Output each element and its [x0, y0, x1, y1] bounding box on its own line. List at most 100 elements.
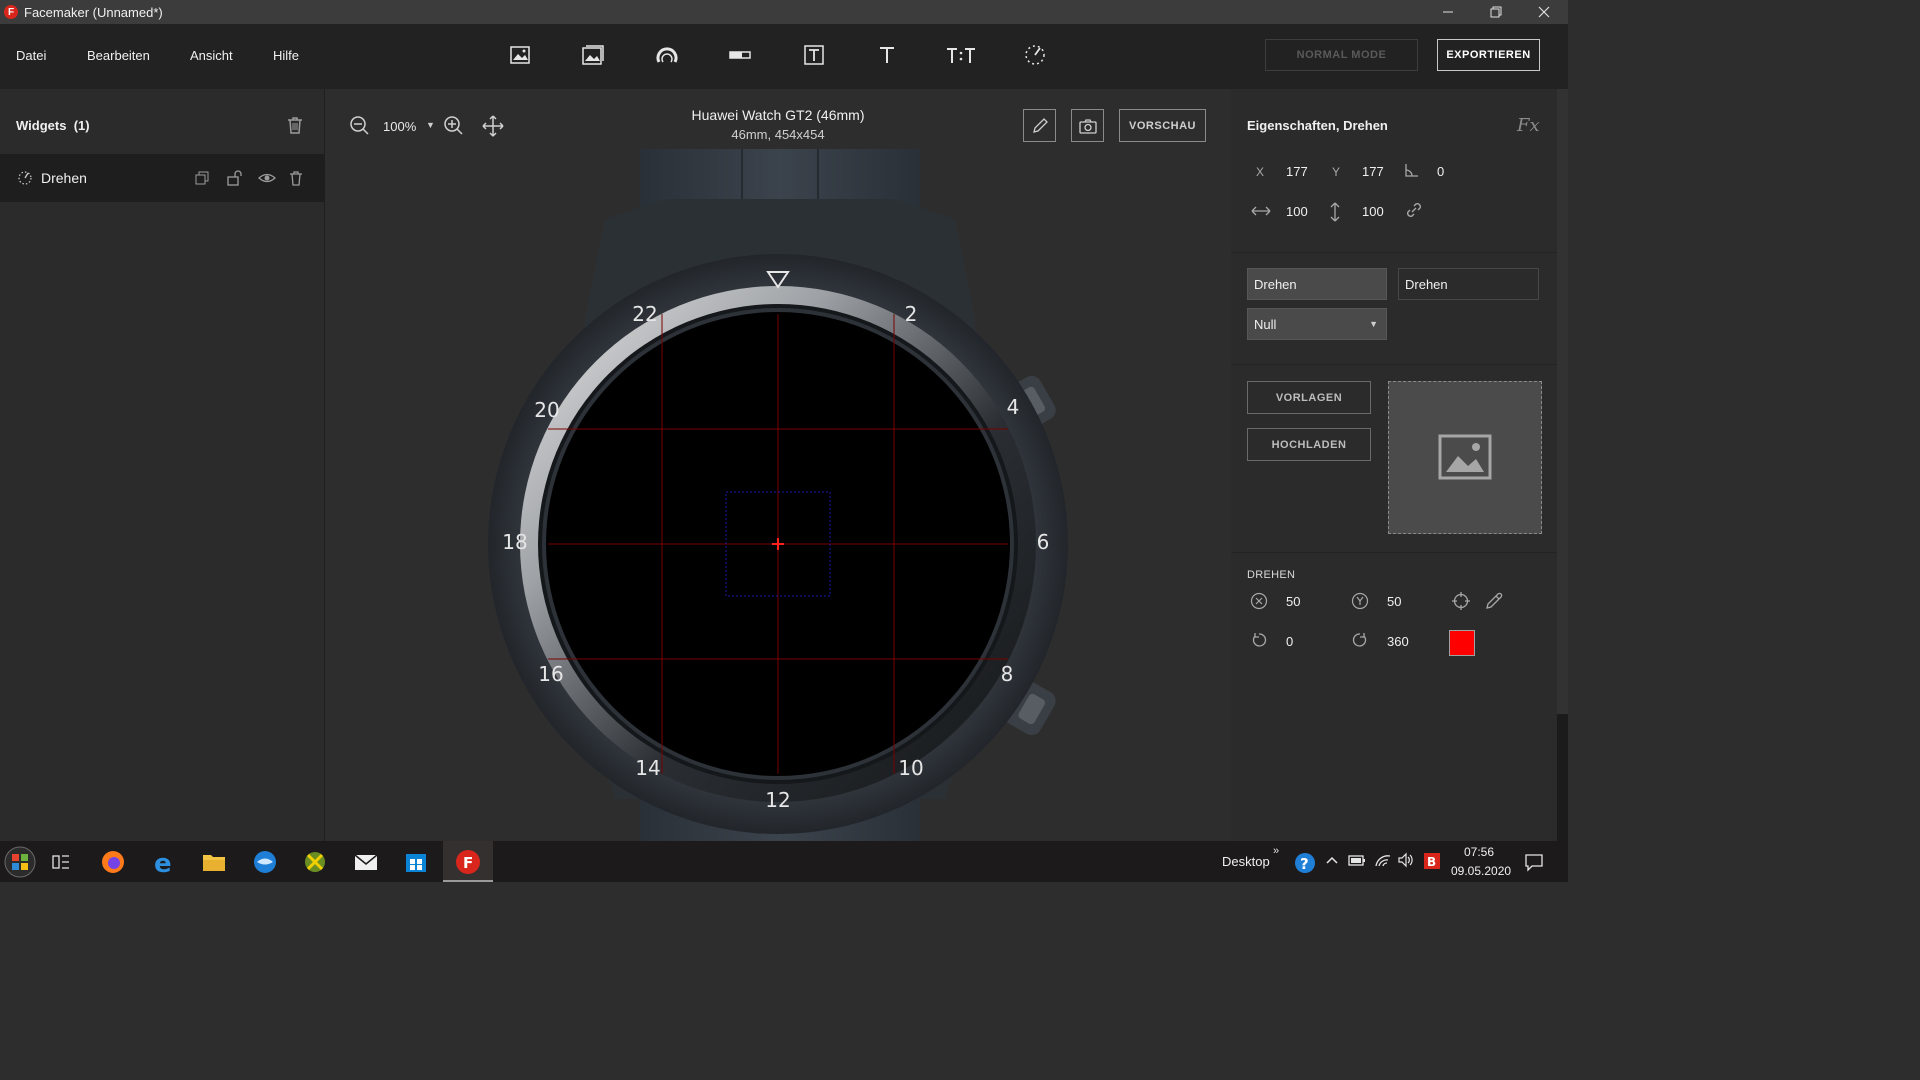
screenshot-button[interactable] [1071, 109, 1104, 142]
image-drop-zone[interactable] [1388, 381, 1542, 534]
y-field[interactable]: 177 [1362, 164, 1384, 179]
show-hidden-icons-button[interactable] [1324, 852, 1340, 871]
wifi-tray-icon[interactable] [1374, 852, 1392, 871]
properties-scrollbar[interactable] [1557, 89, 1568, 841]
edit-button[interactable] [1023, 109, 1056, 142]
task-view-icon [52, 854, 69, 869]
delete-all-button[interactable] [285, 115, 305, 138]
action-center-button[interactable] [1524, 852, 1544, 875]
game-taskbar-button[interactable] [291, 841, 339, 882]
x-label: X [1256, 165, 1265, 179]
facemaker-taskbar-button[interactable]: F [444, 841, 492, 882]
bezel-number: 18 [502, 530, 527, 554]
edge-taskbar-button[interactable]: e [140, 841, 188, 882]
pick-pivot-button[interactable] [1484, 591, 1504, 614]
bezel-number: 2 [905, 302, 918, 326]
device-resolution: 46mm, 454x454 [731, 127, 825, 142]
add-text-tool[interactable] [874, 42, 900, 68]
app-taskbar-button[interactable] [241, 841, 289, 882]
desktop-toolbar-label[interactable]: Desktop [1222, 854, 1270, 869]
pivot-y-field[interactable]: 50 [1387, 594, 1401, 609]
properties-panel: Eigenschaften, Drehen Fx X 177 Y 177 0 1… [1231, 89, 1557, 841]
window-controls [1424, 0, 1568, 24]
center-pivot-button[interactable] [1451, 591, 1471, 614]
add-image-tool[interactable] [507, 42, 533, 68]
widget-list-item[interactable]: Drehen [0, 154, 325, 202]
upload-button[interactable]: HOCHLADEN [1247, 428, 1371, 461]
add-text-box-tool[interactable] [801, 42, 827, 68]
mail-taskbar-button[interactable] [342, 841, 390, 882]
pivot-x-field[interactable]: 50 [1286, 594, 1300, 609]
lock-button[interactable] [226, 170, 242, 189]
help-tray-icon[interactable]: ? [1293, 851, 1317, 878]
add-progress-bar-tool[interactable] [727, 42, 753, 68]
close-button[interactable] [1520, 0, 1568, 24]
width-field[interactable]: 100 [1286, 204, 1308, 219]
divider [1231, 552, 1557, 553]
restore-button[interactable] [1472, 0, 1520, 24]
zoom-in-button[interactable] [443, 115, 463, 138]
bezel-number: 22 [632, 302, 657, 326]
add-time-text-tool[interactable] [944, 42, 978, 68]
duplicate-button[interactable] [194, 170, 210, 189]
link-aspect-button[interactable] [1404, 200, 1424, 223]
menu-view[interactable]: Ansicht [190, 48, 233, 63]
color-picker[interactable] [1449, 630, 1475, 656]
divider [1231, 364, 1557, 365]
battery-tray-icon[interactable] [1348, 852, 1366, 871]
x-field[interactable]: 177 [1286, 164, 1308, 179]
firefox-taskbar-button[interactable] [89, 841, 137, 882]
widget-name-field[interactable]: Drehen [1247, 268, 1387, 300]
height-field[interactable]: 100 [1362, 204, 1384, 219]
move-icon [482, 115, 504, 137]
add-image-gallery-tool[interactable] [580, 42, 606, 68]
menu-file[interactable]: Datei [16, 48, 46, 63]
source-dropdown[interactable]: Null ▼ [1247, 308, 1387, 340]
fx-button[interactable]: Fx [1517, 115, 1540, 136]
chevron-up-icon [1326, 856, 1338, 864]
mail-icon [354, 853, 378, 870]
image-placeholder-icon [1438, 434, 1492, 479]
design-canvas[interactable]: 100% ▼ Huawei Watch GT2 (46mm) 46mm, 454… [325, 89, 1231, 841]
zoom-dropdown-icon[interactable]: ▼ [426, 120, 435, 130]
pencil-icon [1032, 117, 1048, 133]
device-name: Huawei Watch GT2 (46mm) [691, 107, 865, 123]
store-taskbar-button[interactable] [392, 841, 440, 882]
angle-field[interactable]: 0 [1437, 164, 1444, 179]
add-rotate-tool[interactable] [1022, 42, 1048, 68]
edge-icon: e [154, 849, 172, 875]
start-angle-field[interactable]: 0 [1286, 634, 1293, 649]
widget-name: Drehen [41, 170, 87, 186]
window-title: Facemaker (Unnamed*) [24, 4, 163, 20]
explorer-taskbar-button[interactable] [190, 841, 238, 882]
scrollbar-thumb[interactable] [1557, 89, 1568, 714]
clock-date[interactable]: 09.05.2020 [1451, 864, 1511, 878]
zoom-level[interactable]: 100% [383, 119, 416, 134]
end-angle-field[interactable]: 360 [1387, 634, 1409, 649]
pan-button[interactable] [482, 115, 504, 140]
add-gauge-tool[interactable] [654, 42, 680, 68]
preview-button[interactable]: VORSCHAU [1119, 109, 1206, 142]
clock-time[interactable]: 07:56 [1464, 845, 1494, 859]
zoom-out-button[interactable] [349, 115, 369, 138]
desktop-toolbar-expand-icon[interactable]: » [1273, 845, 1279, 857]
menu-help[interactable]: Hilfe [273, 48, 299, 63]
normal-mode-button[interactable]: NORMAL MODE [1265, 39, 1418, 71]
taskbar: e F Desktop » ? B 07:56 09.05.2020 [0, 841, 1568, 882]
visibility-button[interactable] [258, 170, 276, 189]
notification-app-tray-icon[interactable]: B [1422, 851, 1442, 874]
volume-tray-icon[interactable] [1397, 852, 1415, 871]
export-button[interactable]: EXPORTIEREN [1437, 39, 1540, 71]
eye-icon [258, 173, 276, 183]
delete-widget-button[interactable] [288, 170, 304, 189]
templates-button[interactable]: VORLAGEN [1247, 381, 1371, 414]
widget-type-field[interactable]: Drehen [1398, 268, 1539, 300]
title-bar: F Facemaker (Unnamed*) [0, 0, 1568, 24]
minimize-button[interactable] [1424, 0, 1472, 24]
menu-edit[interactable]: Bearbeiten [87, 48, 150, 63]
bezel-number: 8 [1001, 662, 1014, 686]
task-view-button[interactable] [37, 841, 85, 882]
close-icon [1538, 6, 1550, 18]
widgets-title-label: Widgets [16, 118, 67, 133]
restore-icon [1490, 6, 1502, 18]
